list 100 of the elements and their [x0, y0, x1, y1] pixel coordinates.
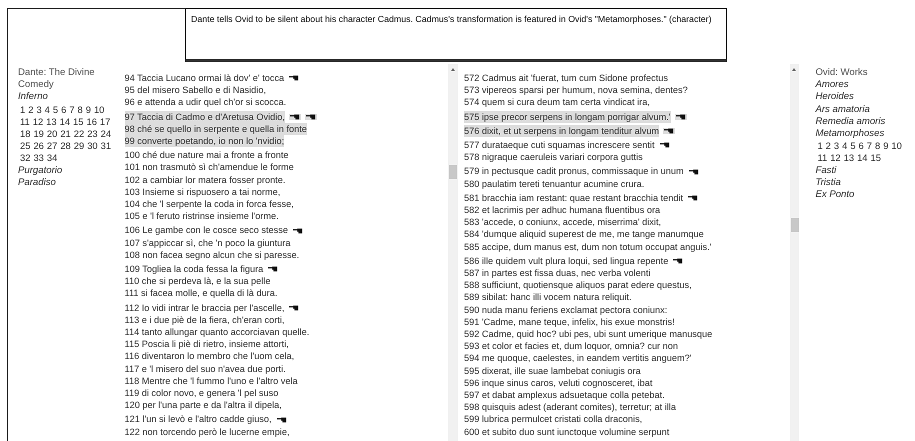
book-link[interactable]: 6 [858, 140, 864, 152]
canto-link[interactable]: 31 [100, 140, 112, 152]
canto-link[interactable]: 9 [86, 104, 91, 116]
verse-line: 116 diventaron lo membro che l'uom cela, [124, 350, 294, 363]
book-link[interactable]: 3 [834, 140, 840, 152]
canto-link[interactable]: 10 [94, 104, 104, 116]
canto-link[interactable]: 28 [60, 140, 71, 152]
pointing-hand-icon[interactable] [292, 228, 304, 234]
book-link[interactable]: 7 [866, 140, 872, 152]
verse-line: 95 del misero Sabello e di Nasidio, [124, 84, 266, 96]
work-link[interactable]: Tristia [815, 176, 915, 190]
canto-link[interactable]: 13 [46, 116, 57, 128]
verse-line: 573 vipereos sparsi per humum, nova semina, dentes? [464, 84, 688, 96]
work-link[interactable]: Fasti [815, 164, 915, 177]
pointing-hand-icon[interactable] [288, 114, 301, 120]
work-link[interactable]: Remedia amoris [815, 116, 915, 128]
book-link[interactable]: 13 [844, 152, 854, 165]
book-link[interactable]: 11 [817, 152, 828, 165]
book-link[interactable]: 5 [850, 140, 856, 152]
pointing-hand-icon[interactable] [267, 266, 280, 272]
book-link[interactable]: 2 [826, 140, 831, 152]
canto-link[interactable]: 2 [28, 104, 34, 116]
work-link[interactable]: Metamorphoses [815, 128, 915, 140]
section-link[interactable]: Purgatorio [18, 164, 120, 177]
canto-link[interactable]: 7 [69, 104, 75, 116]
pointing-hand-icon[interactable] [687, 194, 700, 201]
pointing-hand-icon[interactable] [276, 416, 288, 423]
book-link[interactable]: 15 [870, 152, 881, 165]
verse-line: 101 non trasmutò sì ch'amendue le forme [124, 161, 294, 174]
pointing-hand-icon[interactable] [288, 75, 300, 82]
nav-title: Dante: The Divine Comedy [18, 67, 96, 92]
pointing-hand-icon[interactable] [288, 304, 300, 311]
verse-line: 597 et dabat amplexus adsuetaque colla petebat. [464, 389, 665, 402]
verse-line: 596 inque sinus caros, veluti cognosceret, ibat [464, 376, 652, 390]
canto-link[interactable]: 3 [36, 104, 42, 116]
nav-title: Ovid: Works [815, 67, 869, 80]
canto-link[interactable]: 5 [52, 104, 58, 116]
verse-line: 584 'dumque aliquid superest de me, me tange manumque [464, 228, 704, 241]
verse-line: 585 accipe, dum manus est, dum non totum occupat anguis.' [464, 240, 712, 253]
scrollbar[interactable] [790, 64, 800, 441]
verse-line: 115 Poscia li piè di rietro, insieme attorti, [124, 338, 289, 350]
pointing-hand-icon[interactable] [304, 114, 317, 120]
pointing-hand-icon[interactable] [663, 128, 676, 134]
canto-link[interactable]: 30 [87, 140, 98, 152]
canto-link[interactable]: 8 [78, 104, 83, 116]
canto-link[interactable]: 23 [87, 128, 98, 140]
canto-link[interactable]: 18 [20, 128, 30, 140]
verse-line: 96 e attenda a udir quel ch'or si scocca. [124, 96, 286, 109]
verse-line: 589 sibilat: hanc illi vocem natura reliquit. [464, 291, 632, 304]
canto-link[interactable]: 29 [74, 140, 84, 152]
canto-link[interactable]: 14 [60, 116, 70, 128]
verse-line: 574 quem si cura deum tam certa vindicat ira, [464, 96, 650, 109]
canto-link[interactable]: 12 [32, 116, 44, 128]
canto-link[interactable]: 25 [20, 140, 30, 152]
canto-link[interactable]: 16 [86, 116, 97, 128]
canto-link[interactable]: 20 [46, 128, 58, 140]
book-link[interactable]: 12 [830, 152, 841, 165]
canto-link[interactable]: 17 [100, 116, 110, 128]
work-link[interactable]: Heroides [815, 91, 915, 104]
verse-line: 577 durataeque cuti squamas increscere sentit [464, 139, 654, 152]
pointing-hand-icon[interactable] [688, 168, 700, 175]
verse-line: 113 e i due piè de la fiera, ch'eran corti, [124, 314, 284, 326]
verse-line: 592 Cadme, quid hoc? ubi pes, ubi sunt umerique manusque [464, 328, 712, 340]
verse-line: 600 et subito duo sunt iunctoque volumine serpunt [464, 426, 670, 438]
canto-link[interactable]: 6 [61, 104, 66, 116]
section-link[interactable]: Paradiso [18, 176, 120, 190]
canto-link[interactable]: 26 [33, 140, 44, 152]
pointing-hand-icon[interactable] [658, 142, 670, 148]
canto-link[interactable]: 33 [33, 152, 44, 165]
canto-link[interactable]: 22 [74, 128, 84, 140]
canto-link[interactable]: 32 [20, 152, 30, 165]
book-link[interactable]: 10 [891, 140, 902, 152]
book-link[interactable]: 1 [817, 140, 823, 152]
work-link[interactable]: Ex Ponto [815, 189, 915, 202]
verse-line: 578 nigraque caeruleis variari corpora guttis [464, 151, 643, 164]
verse-line: 103 Insieme si rispuosero a tai norme, [124, 186, 280, 198]
canto-link[interactable]: 34 [46, 152, 58, 165]
book-link[interactable]: 9 [883, 140, 888, 152]
book-link[interactable]: 14 [857, 152, 868, 165]
verse-line: 119 di color novo, e genera 'l pel suso [124, 387, 278, 400]
canto-link[interactable]: 24 [100, 128, 112, 140]
canto-link[interactable]: 4 [44, 104, 50, 116]
canto-link[interactable]: 27 [46, 140, 58, 152]
book-link[interactable]: 4 [842, 140, 848, 152]
scrollbar[interactable] [448, 64, 458, 441]
verse-line: 109 Togliea la coda fessa la figura [124, 263, 264, 276]
work-link[interactable]: Amores [815, 79, 915, 92]
pointing-hand-icon[interactable] [672, 258, 684, 264]
book-link[interactable]: 8 [874, 140, 880, 152]
canto-link[interactable]: 15 [73, 116, 84, 128]
canto-link[interactable]: 19 [33, 128, 44, 140]
canto-link[interactable]: 11 [20, 116, 30, 128]
canto-link[interactable]: 21 [60, 128, 71, 140]
verse-line: 94 Taccia Lucano ormai là dov' e' tocca [124, 72, 284, 84]
work-link[interactable]: Ars amatoria [815, 104, 915, 116]
verse-line: 121 l'un si levò e l'altro cadde giuso, [124, 413, 272, 426]
section-link[interactable]: Inferno [18, 91, 120, 104]
pointing-hand-icon[interactable] [674, 114, 687, 120]
verse-line: 591 'Cadme, mane teque, infelix, his exue monstris! [464, 316, 675, 328]
canto-link[interactable]: 1 [20, 104, 26, 116]
